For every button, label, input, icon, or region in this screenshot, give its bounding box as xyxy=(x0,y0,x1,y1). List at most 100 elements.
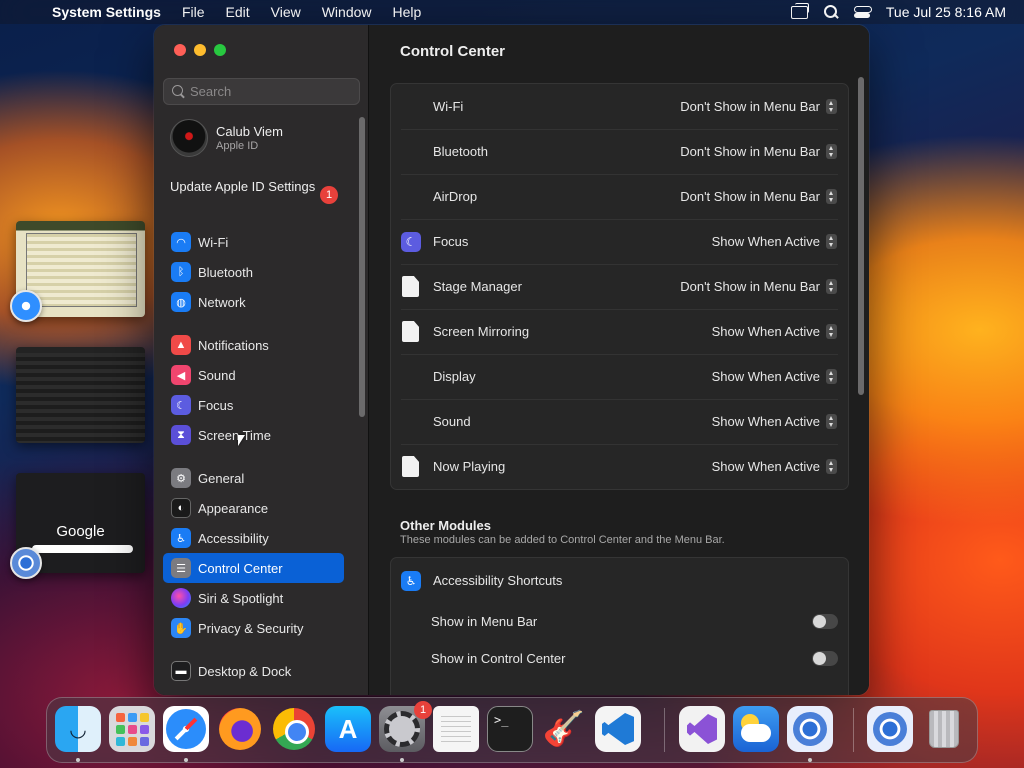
module-label: Accessibility Shortcuts xyxy=(433,573,563,588)
dock-chromium[interactable] xyxy=(787,706,833,752)
module-row-sound: Sound Show When Active xyxy=(391,399,848,444)
accessibility-icon: ♿ xyxy=(171,528,191,548)
module-label: Wi-Fi xyxy=(433,99,464,114)
sidebar-item-appearance[interactable]: ◐ Appearance xyxy=(163,493,344,523)
show-in-menu-bar-toggle[interactable] xyxy=(812,614,838,629)
safari-icon[interactable] xyxy=(10,290,42,322)
sidebar-item-accessibility[interactable]: ♿ Accessibility xyxy=(163,523,344,553)
dock-garageband[interactable]: 🎸 xyxy=(541,706,587,752)
chevron-updown-icon[interactable] xyxy=(826,234,837,249)
other-modules-heading: Other Modules xyxy=(400,518,492,533)
dock-finder[interactable] xyxy=(55,706,101,752)
module-visibility-select[interactable]: Show When Active xyxy=(712,369,820,384)
sidebar-item-desktop-dock[interactable]: ▬ Desktop & Dock xyxy=(163,656,344,686)
show-in-control-center-toggle[interactable] xyxy=(812,651,838,666)
apple-id-account[interactable]: Calub Viem Apple ID xyxy=(170,119,283,157)
dock-terminal[interactable]: >_ xyxy=(487,706,533,752)
module-visibility-select[interactable]: Don't Show in Menu Bar xyxy=(680,99,820,114)
module-visibility-select[interactable]: Don't Show in Menu Bar xyxy=(680,279,820,294)
dock: A 1 >_ 🎸 xyxy=(46,697,978,763)
module-row-stage-manager: Stage Manager Don't Show in Menu Bar xyxy=(391,264,848,309)
sidebar-item-focus[interactable]: ☾ Focus xyxy=(163,390,344,420)
main-scrollbar[interactable] xyxy=(858,77,864,395)
dock-app-store[interactable]: A xyxy=(325,706,371,752)
module-row-bluetooth: Bluetooth Don't Show in Menu Bar xyxy=(391,129,848,174)
mouse-cursor xyxy=(238,435,245,446)
control-center-icon[interactable] xyxy=(853,5,872,19)
chevron-updown-icon[interactable] xyxy=(826,144,837,159)
menu-file[interactable]: File xyxy=(182,4,205,20)
module-row-now-playing: Now Playing Show When Active xyxy=(391,444,848,489)
menu-view[interactable]: View xyxy=(271,4,301,20)
globe-icon: ◍ xyxy=(171,292,191,312)
minimize-button[interactable] xyxy=(194,44,206,56)
document-icon xyxy=(402,456,419,477)
dock-firefox[interactable] xyxy=(217,706,263,752)
screen-mirroring-icon[interactable] xyxy=(790,2,809,19)
dock-chromium-minimized[interactable] xyxy=(867,706,913,752)
spotlight-search-icon[interactable] xyxy=(823,5,838,19)
sidebar-item-network[interactable]: ◍ Network xyxy=(163,287,344,317)
module-visibility-select[interactable]: Show When Active xyxy=(712,459,820,474)
update-badge: 1 xyxy=(320,186,338,204)
module-visibility-select[interactable]: Show When Active xyxy=(712,324,820,339)
menu-clock[interactable]: Tue Jul 25 8:16 AM xyxy=(886,4,1006,20)
menu-edit[interactable]: Edit xyxy=(226,4,250,20)
chevron-updown-icon[interactable] xyxy=(826,459,837,474)
zoom-button[interactable] xyxy=(214,44,226,56)
chevron-updown-icon[interactable] xyxy=(826,189,837,204)
menu-app-name[interactable]: System Settings xyxy=(52,4,161,20)
vscode-icon xyxy=(602,713,634,745)
stage-thumbnail-terminal[interactable] xyxy=(16,347,145,443)
gear-icon xyxy=(384,711,420,747)
bell-icon: ▲ xyxy=(171,335,191,355)
dock-safari[interactable] xyxy=(163,706,209,752)
dock-weather[interactable] xyxy=(733,706,779,752)
sidebar-scrollbar[interactable] xyxy=(359,117,365,417)
sidebar-item-screen-time[interactable]: ⧗ Screen Time xyxy=(163,420,344,450)
sidebar-item-general[interactable]: ⚙ General xyxy=(163,463,344,493)
dock-trash[interactable] xyxy=(921,706,967,752)
search-input[interactable]: Search xyxy=(163,78,360,105)
sidebar-item-label: Accessibility xyxy=(198,530,269,546)
menu-help[interactable]: Help xyxy=(393,4,422,20)
dock-textedit[interactable] xyxy=(433,706,479,752)
module-row-screen-mirroring: Screen Mirroring Show When Active xyxy=(391,309,848,354)
moon-icon: ☾ xyxy=(171,395,191,415)
dock-launchpad[interactable] xyxy=(109,706,155,752)
dock-visual-studio[interactable] xyxy=(679,706,725,752)
chromium-icon[interactable] xyxy=(10,547,42,579)
sidebar-item-notifications[interactable]: ▲ Notifications xyxy=(163,330,344,360)
sound-module-icon xyxy=(401,412,421,432)
google-search-bar xyxy=(32,545,133,553)
sidebar-item-label: Siri & Spotlight xyxy=(198,590,284,606)
user-subtitle: Apple ID xyxy=(216,140,259,152)
show-in-control-center-row: Show in Control Center xyxy=(391,640,848,677)
chevron-updown-icon[interactable] xyxy=(826,324,837,339)
chevron-updown-icon[interactable] xyxy=(826,279,837,294)
user-name: Calub Viem xyxy=(216,124,283,139)
module-visibility-select[interactable]: Don't Show in Menu Bar xyxy=(680,189,820,204)
close-button[interactable] xyxy=(174,44,186,56)
module-label: Now Playing xyxy=(433,459,506,474)
firefox-icon xyxy=(219,708,261,750)
dock-vscode[interactable] xyxy=(595,706,641,752)
update-apple-id-settings[interactable]: Update Apple ID Settings xyxy=(170,179,340,195)
chevron-updown-icon[interactable] xyxy=(826,369,837,384)
dock-chrome[interactable] xyxy=(271,706,317,752)
module-visibility-select[interactable]: Show When Active xyxy=(712,234,820,249)
sidebar-item-siri-spotlight[interactable]: Siri & Spotlight xyxy=(163,583,344,613)
module-label: Focus xyxy=(433,234,469,249)
chevron-updown-icon[interactable] xyxy=(826,99,837,114)
chevron-updown-icon[interactable] xyxy=(826,414,837,429)
dock-icon: ▬ xyxy=(171,661,191,681)
sidebar-item-bluetooth[interactable]: ᛒ Bluetooth xyxy=(163,257,344,287)
menu-window[interactable]: Window xyxy=(322,4,372,20)
sidebar-item-control-center[interactable]: ☰ Control Center xyxy=(163,553,344,583)
appearance-icon: ◐ xyxy=(171,498,191,518)
sidebar-item-sound[interactable]: ◀ Sound xyxy=(163,360,344,390)
sidebar-item-privacy-security[interactable]: ✋ Privacy & Security xyxy=(163,613,344,643)
module-visibility-select[interactable]: Show When Active xyxy=(712,414,820,429)
sidebar-item-wifi[interactable]: ◠ Wi-Fi xyxy=(163,227,344,257)
module-visibility-select[interactable]: Don't Show in Menu Bar xyxy=(680,144,820,159)
